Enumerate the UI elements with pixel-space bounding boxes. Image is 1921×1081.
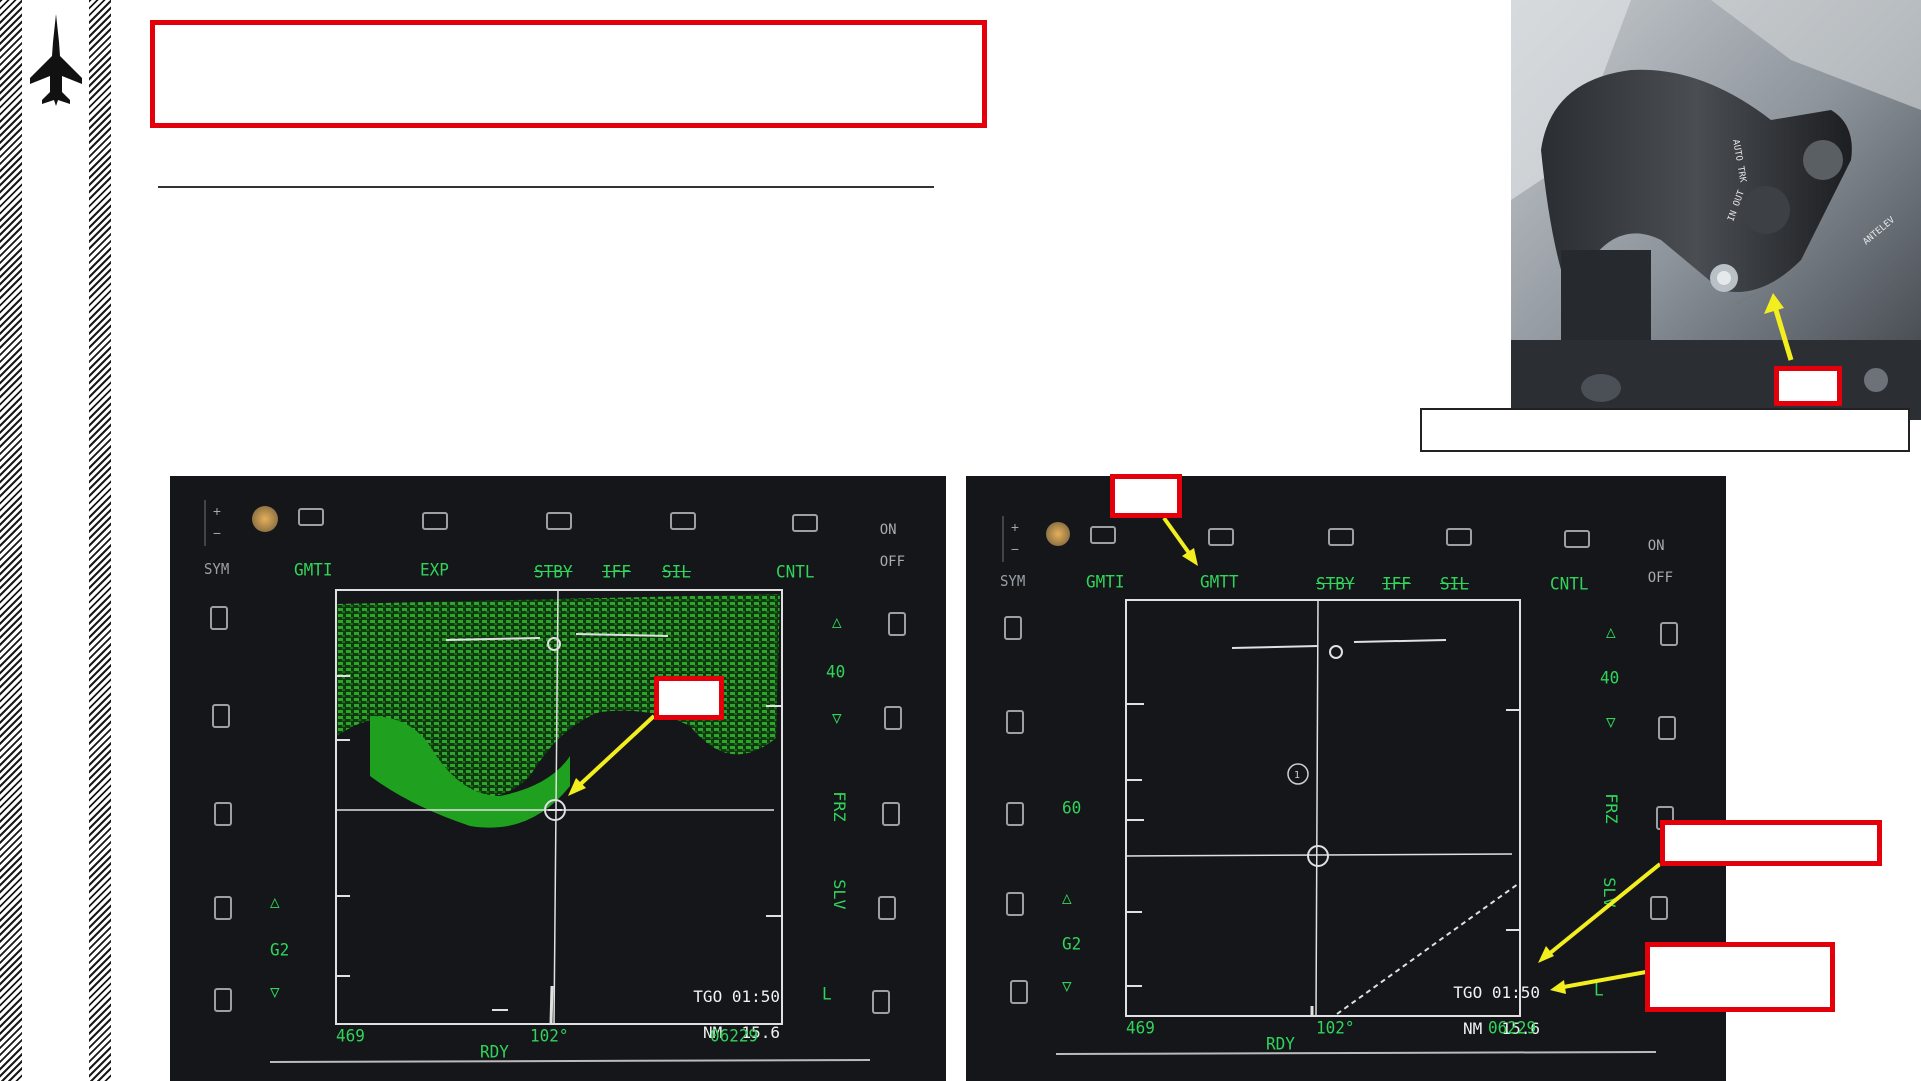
- status-rdy: RDY: [1266, 1033, 1295, 1054]
- mfd-left-callout-box: [654, 676, 724, 720]
- photo-callout-box: [1774, 366, 1842, 406]
- tgo-text: TGO 01:50: [693, 987, 780, 1006]
- mfd-left: + − ON OFF GMTI EXP STBY IFF SIL CNTL SYM…: [170, 476, 946, 1081]
- radar-display: 1: [1055, 516, 1662, 1055]
- status-rdy: RDY: [480, 1041, 509, 1062]
- bottom-center-heading: 102°: [1316, 1017, 1355, 1038]
- bottom-right-value: 06229: [1488, 1017, 1537, 1038]
- tgo-readout: TGO 01:50 NM 15.6: [650, 970, 780, 1060]
- jet-logo-icon: [26, 12, 86, 108]
- bottom-right-value: 06229: [710, 1025, 759, 1046]
- tgo-text: TGO 01:50: [1453, 983, 1540, 1002]
- bottom-left-value: 469: [1126, 1017, 1155, 1038]
- target-marker: 1: [1294, 770, 1300, 781]
- mfd-right-tgo-callout-box: [1660, 820, 1882, 866]
- cockpit-stick-photo: AUTO TRK IN OUT ANTELEV: [1511, 0, 1921, 420]
- tgo-readout: TGO 01:50 NM 15.6: [1412, 966, 1540, 1056]
- right-hatch-border: [89, 0, 111, 1081]
- radar-display: [269, 589, 871, 1063]
- left-hatch-border: [0, 0, 22, 1081]
- mfd-right-nm-callout-box: [1645, 942, 1835, 1012]
- bottom-center-heading: 102°: [530, 1025, 569, 1046]
- photo-caption-box: [1420, 408, 1910, 452]
- mfd-right-mode-callout-box: [1110, 474, 1182, 518]
- bottom-left-value: 469: [336, 1025, 365, 1046]
- title-underline: [158, 186, 934, 188]
- title-box: [150, 20, 987, 128]
- mfd-right: + − ON OFF GMTI GMTT STBY IFF SIL CNTL SY…: [966, 476, 1726, 1081]
